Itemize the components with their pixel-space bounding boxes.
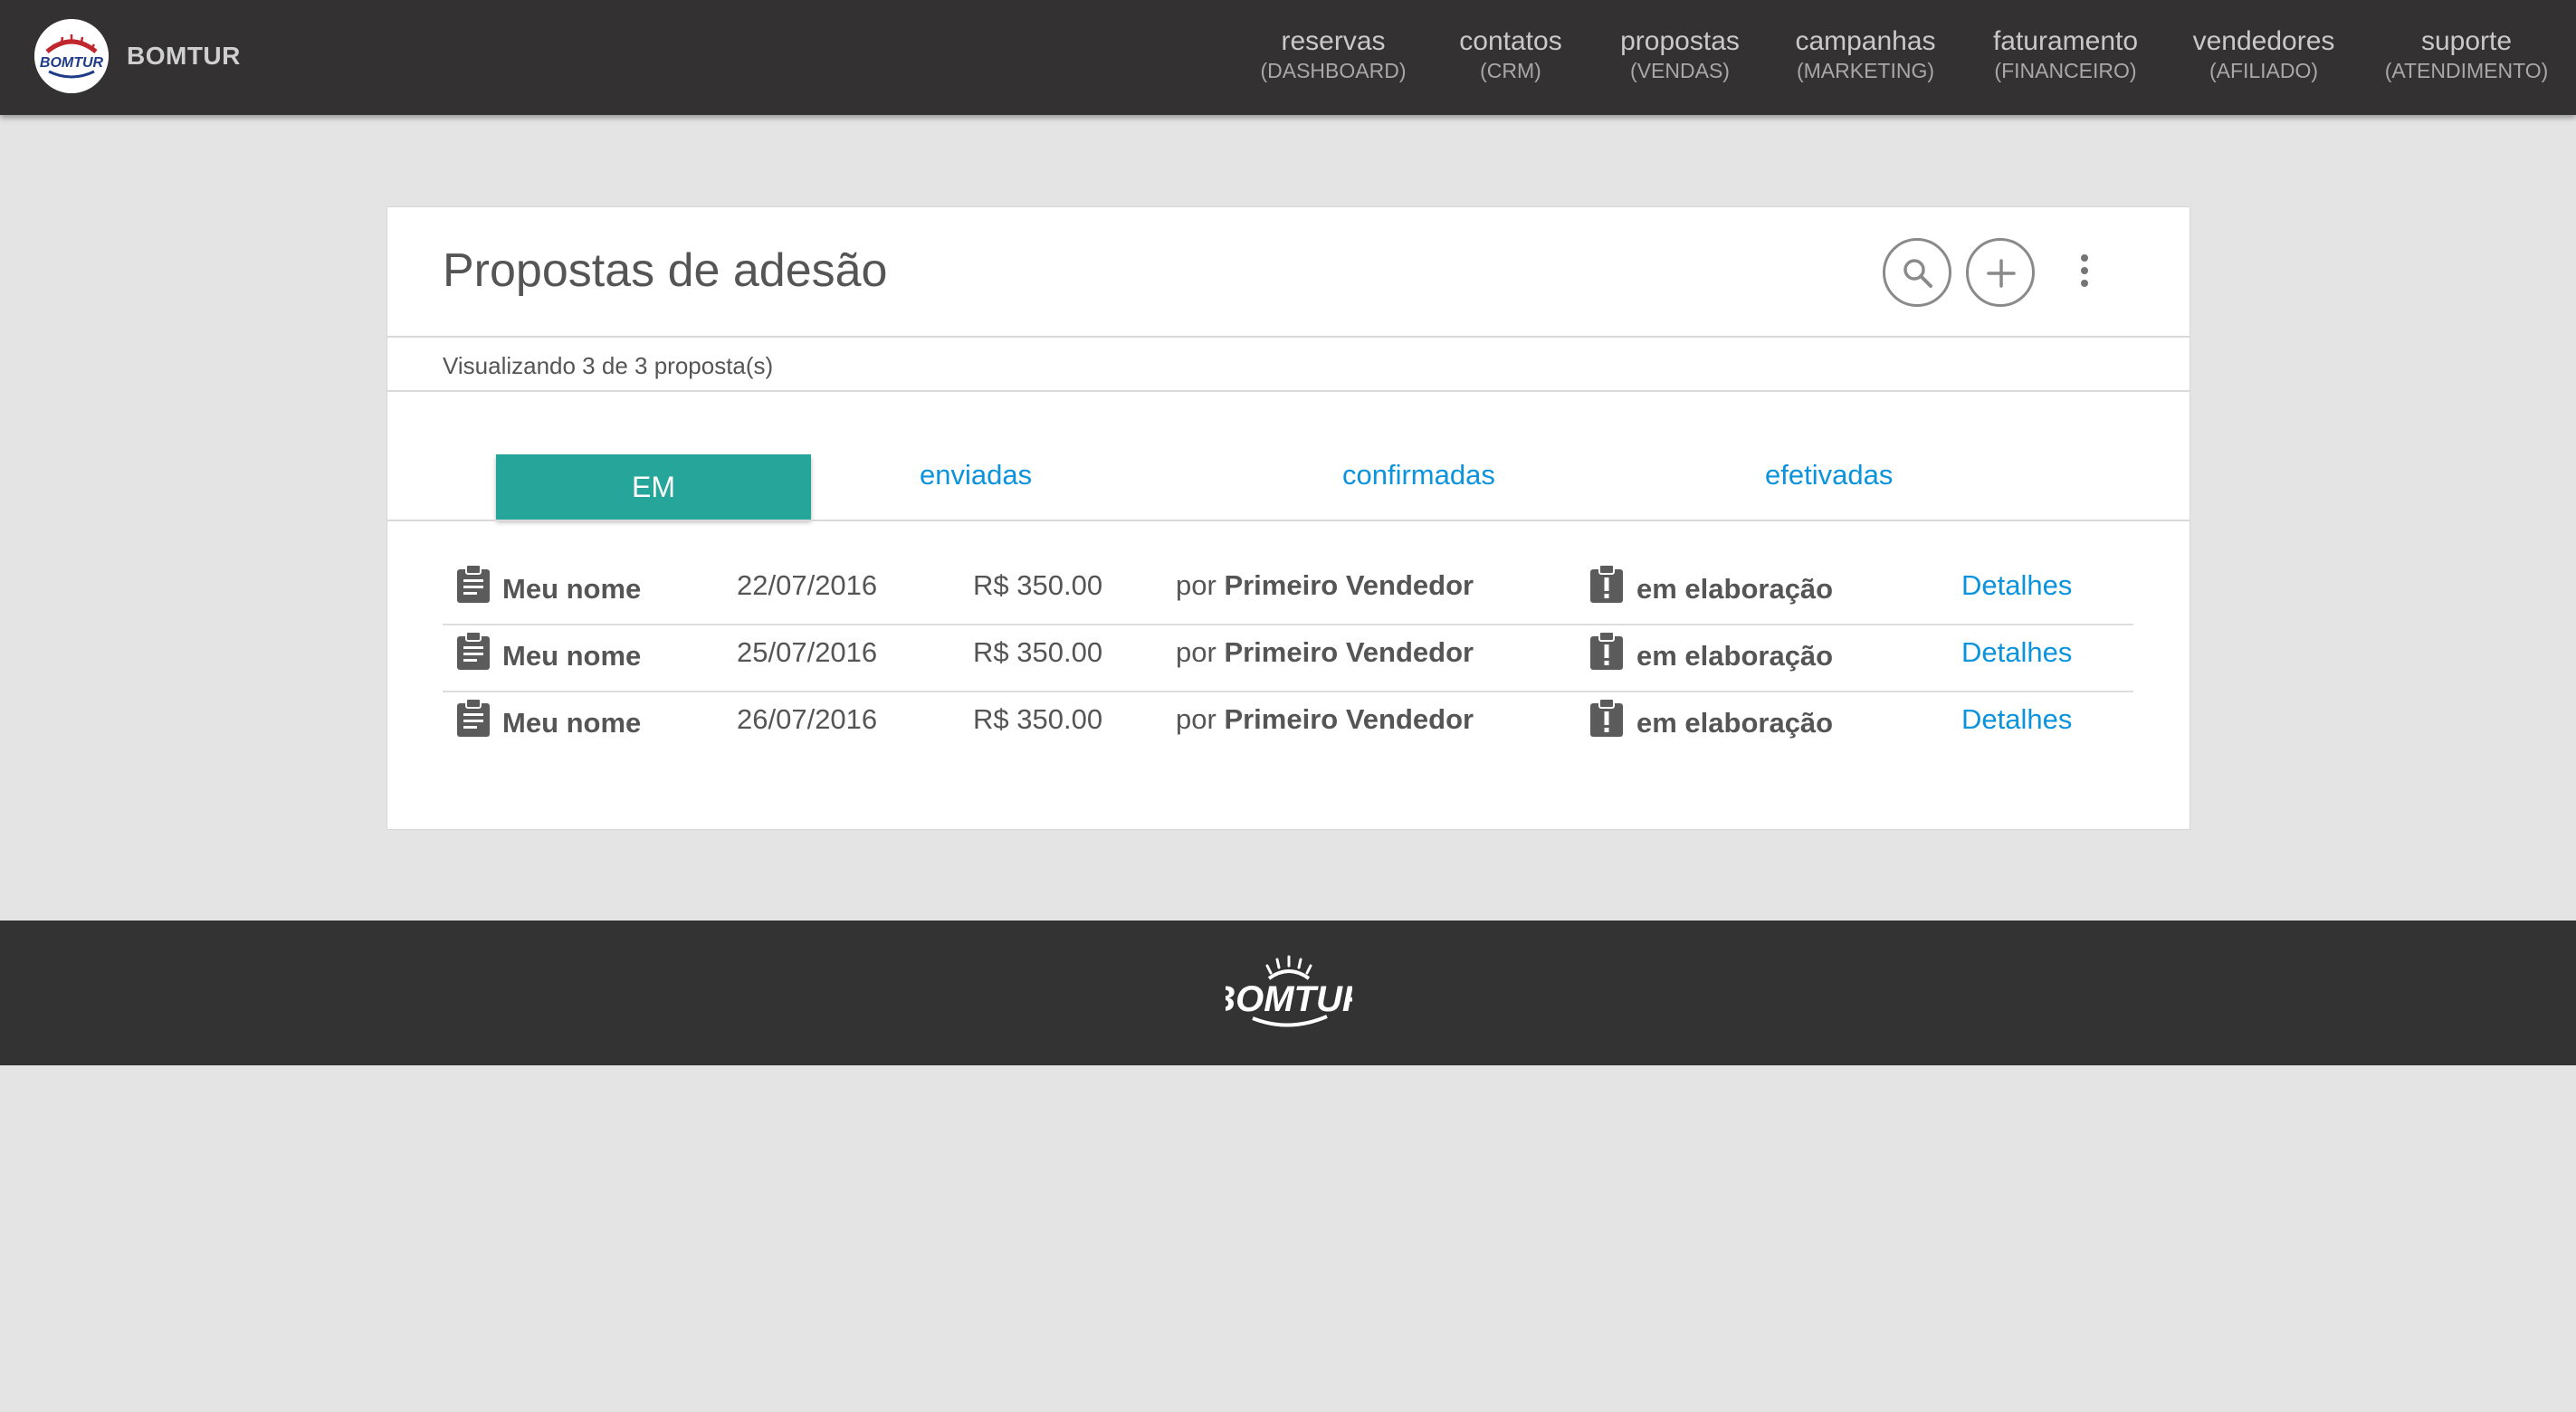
nav-item-label: campanhas xyxy=(1795,26,1936,56)
proposal-value: R$ 350.00 xyxy=(973,636,1103,668)
nav-item-faturamento[interactable]: faturamento (FINANCEIRO) xyxy=(1986,25,2145,83)
nav-item-propostas[interactable]: propostas (VENDAS) xyxy=(1613,25,1747,83)
divider xyxy=(387,520,2190,521)
seller-name: Primeiro Vendedor xyxy=(1224,636,1474,668)
table-row: Meu nome 22/07/2016 R$ 350.00 por Primei… xyxy=(443,558,2133,625)
nav-item-sublabel: (DASHBOARD) xyxy=(1260,59,1407,82)
nav-item-campanhas[interactable]: campanhas (MARKETING) xyxy=(1790,25,1941,83)
clipboard-alert-icon xyxy=(1590,698,1623,737)
tab-em[interactable]: EM xyxy=(496,454,811,520)
clipboard-icon xyxy=(457,564,490,603)
proposal-name: Meu nome xyxy=(502,707,642,739)
nav-item-label: contatos xyxy=(1459,26,1562,56)
plus-icon xyxy=(1987,259,2016,288)
details-link[interactable]: Detalhes xyxy=(1961,568,2072,604)
proposal-date: 26/07/2016 xyxy=(737,703,878,735)
proposal-seller: por Primeiro Vendedor xyxy=(1176,701,1474,738)
results-count: Visualizando 3 de 3 proposta(s) xyxy=(443,352,774,379)
seller-prefix: por xyxy=(1176,636,1216,668)
nav-item-contatos[interactable]: contatos (CRM) xyxy=(1446,25,1575,83)
tab-enviadas[interactable]: enviadas xyxy=(920,457,1032,493)
nav-item-sublabel: (VENDAS) xyxy=(1630,59,1730,82)
nav-item-reservas[interactable]: reservas (DASHBOARD) xyxy=(1260,25,1407,83)
footer: BOMTUR xyxy=(0,921,2576,1065)
table-row: Meu nome 26/07/2016 R$ 350.00 por Primei… xyxy=(443,692,2133,759)
nav-item-sublabel: (ATENDIMENTO) xyxy=(2384,59,2549,82)
clipboard-icon xyxy=(457,698,490,737)
proposal-seller: por Primeiro Vendedor xyxy=(1176,634,1474,671)
tab-confirmadas[interactable]: confirmadas xyxy=(1342,457,1495,493)
nav-item-label: suporte xyxy=(2420,26,2513,56)
more-options-button[interactable] xyxy=(2071,251,2098,291)
nav-item-sublabel: (MARKETING) xyxy=(1796,59,1935,82)
details-link[interactable]: Detalhes xyxy=(1961,701,2072,738)
top-navbar: BOMTUR BOMTUR reservas (DASHBOARD) conta… xyxy=(0,0,2576,115)
proposal-seller: por Primeiro Vendedor xyxy=(1176,568,1474,604)
brand-name[interactable]: BOMTUR xyxy=(127,42,241,71)
search-button[interactable] xyxy=(1883,238,1951,307)
footer-logo-text: BOMTUR xyxy=(1226,979,1352,1019)
nav-item-sublabel: (AFILIADO) xyxy=(2209,59,2319,82)
nav-item-label: reservas xyxy=(1281,26,1386,56)
nav-item-label: propostas xyxy=(1620,26,1740,56)
table-row: Meu nome 25/07/2016 R$ 350.00 por Primei… xyxy=(443,625,2133,692)
tab-efetivadas[interactable]: efetivadas xyxy=(1765,457,1893,493)
nav-item-label: vendedores xyxy=(2192,26,2335,56)
clipboard-alert-icon xyxy=(1590,631,1623,670)
seller-name: Primeiro Vendedor xyxy=(1224,703,1474,735)
details-link[interactable]: Detalhes xyxy=(1961,634,2072,671)
proposal-status: em elaboração xyxy=(1636,573,1834,605)
proposal-date: 25/07/2016 xyxy=(737,636,878,668)
seller-name: Primeiro Vendedor xyxy=(1224,569,1474,601)
proposal-value: R$ 350.00 xyxy=(973,569,1103,601)
proposal-name: Meu nome xyxy=(502,640,642,672)
proposal-value: R$ 350.00 xyxy=(973,703,1103,735)
search-icon xyxy=(1903,259,1932,288)
svg-text:BOMTUR: BOMTUR xyxy=(40,55,104,71)
nav-item-suporte[interactable]: suporte (ATENDIMENTO) xyxy=(2382,25,2551,83)
proposal-date: 22/07/2016 xyxy=(737,569,878,601)
footer-logo: BOMTUR xyxy=(1226,955,1352,1027)
proposal-name: Meu nome xyxy=(502,573,642,605)
nav-item-sublabel: (CRM) xyxy=(1480,59,1541,82)
nav-item-sublabel: (FINANCEIRO) xyxy=(1994,59,2137,82)
divider xyxy=(387,336,2190,338)
proposal-status: em elaboração xyxy=(1636,707,1834,739)
seller-prefix: por xyxy=(1176,569,1216,601)
divider xyxy=(387,390,2190,392)
brand-logo[interactable]: BOMTUR xyxy=(34,19,109,93)
nav-item-vendedores[interactable]: vendedores (AFILIADO) xyxy=(2189,25,2339,83)
more-vert-icon xyxy=(2081,254,2088,287)
seller-prefix: por xyxy=(1176,703,1216,735)
proposals-card: Propostas de adesão Visualizando 3 de 3 … xyxy=(386,206,2190,830)
proposal-status: em elaboração xyxy=(1636,640,1834,672)
add-proposal-button[interactable] xyxy=(1966,238,2035,307)
nav-item-label: faturamento xyxy=(1992,26,2139,56)
page-title: Propostas de adesão xyxy=(443,244,888,297)
clipboard-icon xyxy=(457,631,490,670)
clipboard-alert-icon xyxy=(1590,564,1623,603)
